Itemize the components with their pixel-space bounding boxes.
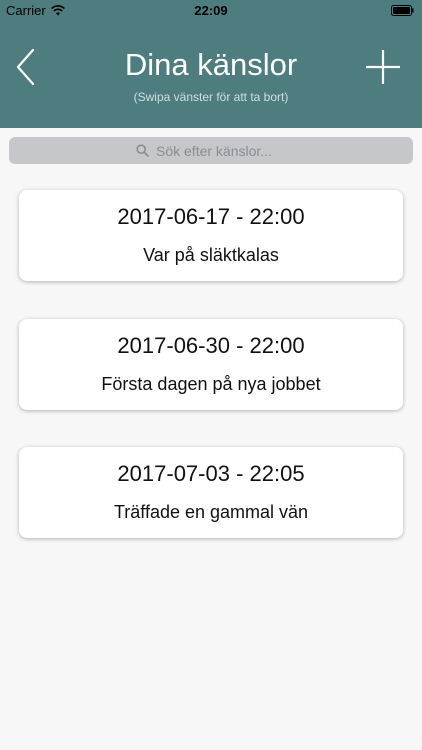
plus-icon (366, 50, 400, 84)
search-input[interactable] (156, 142, 286, 159)
status-time: 22:09 (194, 3, 228, 18)
search-bar[interactable] (9, 137, 413, 164)
entry-text: Var på släktkalas (143, 245, 279, 265)
entry-text: Första dagen på nya jobbet (101, 374, 321, 394)
entry-date: 2017-06-17 - 22:00 (117, 204, 305, 229)
entry-card[interactable]: 2017-06-30 - 22:00 Första dagen på nya j… (19, 319, 403, 410)
navigation-header: Carrier 22:09 Dina känslor (Swipa vänste… (0, 0, 422, 128)
battery-icon (391, 5, 414, 16)
entry-card[interactable]: 2017-06-17 - 22:00 Var på släktkalas (19, 190, 403, 281)
entry-date: 2017-07-03 - 22:05 (117, 461, 305, 486)
page-subtitle: (Swipa vänster för att ta bort) (133, 90, 289, 104)
entry-date: 2017-06-30 - 22:00 (117, 333, 305, 358)
search-icon (136, 144, 149, 157)
add-button[interactable] (366, 50, 400, 84)
entry-card[interactable]: 2017-07-03 - 22:05 Träffade en gammal vä… (19, 447, 403, 538)
page-title: Dina känslor (124, 47, 298, 82)
status-bar: Carrier 22:09 (0, 0, 422, 22)
entry-text: Träffade en gammal vän (113, 502, 309, 522)
